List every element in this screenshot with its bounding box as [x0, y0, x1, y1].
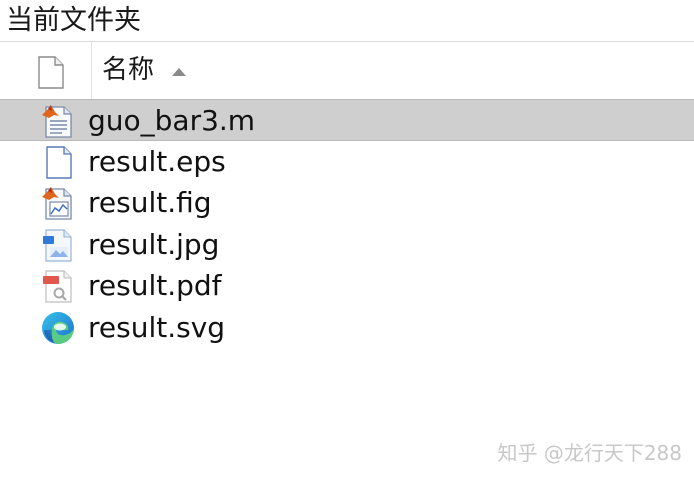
file-name: result.pdf — [88, 269, 222, 302]
file-name: result.svg — [88, 310, 226, 344]
file-name: guo_bar3.m — [88, 104, 256, 137]
image-file-icon — [43, 228, 72, 262]
name-column-header[interactable]: 名称 — [102, 52, 154, 88]
file-list: guo_bar3.m result.eps result.fig result.… — [0, 99, 694, 348]
file-row-result-svg[interactable]: result.svg — [0, 307, 694, 349]
file-row-result-pdf[interactable]: result.pdf — [0, 265, 694, 307]
blank-document-icon — [46, 145, 72, 179]
matlab-figure-icon — [42, 187, 72, 220]
sort-ascending-icon — [172, 68, 186, 76]
file-row-guo-bar3-m[interactable]: guo_bar3.m — [0, 99, 694, 141]
watermark-text: 知乎 @龙行天下288 — [497, 441, 682, 465]
column-header-row: 名称 — [0, 42, 694, 99]
pdf-file-icon — [43, 270, 72, 303]
column-separator[interactable] — [91, 42, 92, 99]
select-all-document-icon[interactable] — [36, 56, 64, 89]
file-name: result.fig — [88, 186, 212, 219]
file-row-result-jpg[interactable]: result.jpg — [0, 224, 694, 266]
panel-title: 当前文件夹 — [6, 5, 141, 36]
file-name: result.eps — [88, 144, 226, 178]
matlab-script-icon — [42, 105, 72, 138]
file-row-result-fig[interactable]: result.fig — [0, 182, 694, 224]
file-row-result-eps[interactable]: result.eps — [0, 141, 694, 183]
file-name: result.jpg — [88, 227, 220, 261]
edge-browser-icon — [42, 311, 74, 344]
